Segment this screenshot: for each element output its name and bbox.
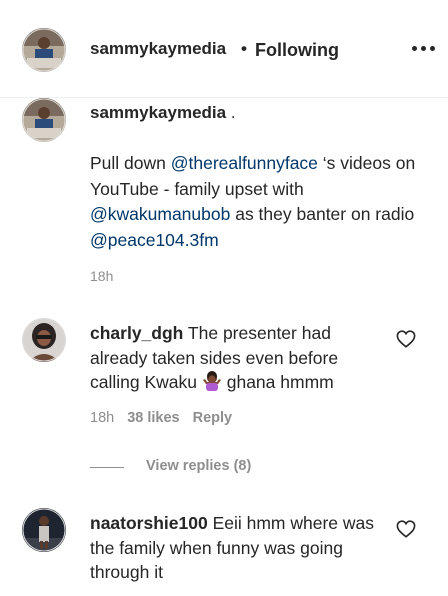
caption-timestamp: 18h bbox=[90, 268, 114, 284]
reply-button[interactable]: Reply bbox=[193, 410, 233, 426]
mention-link[interactable]: @peace104.3fm bbox=[90, 230, 219, 250]
header-separator: • bbox=[241, 39, 247, 58]
replies-divider bbox=[90, 467, 124, 468]
heart-icon[interactable] bbox=[396, 330, 416, 348]
comment-username[interactable]: naatorshie100 bbox=[90, 513, 208, 533]
comment-text: naatorshie100 Eeii hmm where was the fam… bbox=[90, 511, 380, 585]
following-button[interactable]: Following bbox=[255, 40, 339, 61]
comment-meta: 18h 38 likes Reply bbox=[90, 410, 245, 426]
caption-username[interactable]: sammykaymedia bbox=[90, 103, 226, 122]
avatar[interactable] bbox=[22, 318, 66, 362]
caption-username-suffix: . bbox=[226, 103, 236, 122]
caption-username-line: sammykaymedia . bbox=[90, 103, 236, 123]
view-replies-button[interactable]: View replies (8) bbox=[90, 458, 290, 478]
mention-link[interactable]: @kwakumanubob bbox=[90, 204, 230, 224]
header-username[interactable]: sammykaymedia bbox=[90, 39, 226, 59]
likes-count[interactable]: 38 likes bbox=[127, 410, 179, 426]
person-shrugging-emoji bbox=[202, 371, 222, 398]
avatar[interactable] bbox=[22, 508, 66, 552]
comment-timestamp: 18h bbox=[90, 410, 115, 426]
avatar[interactable] bbox=[22, 98, 66, 142]
post-header: sammykaymedia • Following bbox=[0, 0, 448, 98]
caption-text: Pull down @therealfunnyface ‘s videos on… bbox=[90, 151, 420, 253]
more-horizontal-icon[interactable] bbox=[412, 44, 436, 54]
view-replies-label[interactable]: View replies (8) bbox=[146, 458, 251, 474]
comment-text: charly_dgh The presenter had already tak… bbox=[90, 321, 380, 398]
heart-icon[interactable] bbox=[396, 520, 416, 538]
comment-username[interactable]: charly_dgh bbox=[90, 323, 183, 343]
mention-link[interactable]: @therealfunnyface bbox=[171, 153, 318, 173]
caption-text-part: as they banter on radio bbox=[230, 204, 415, 224]
comment-body: ghana hmmm bbox=[221, 372, 334, 392]
avatar[interactable] bbox=[22, 28, 66, 72]
caption-text-part: Pull down bbox=[90, 153, 171, 173]
